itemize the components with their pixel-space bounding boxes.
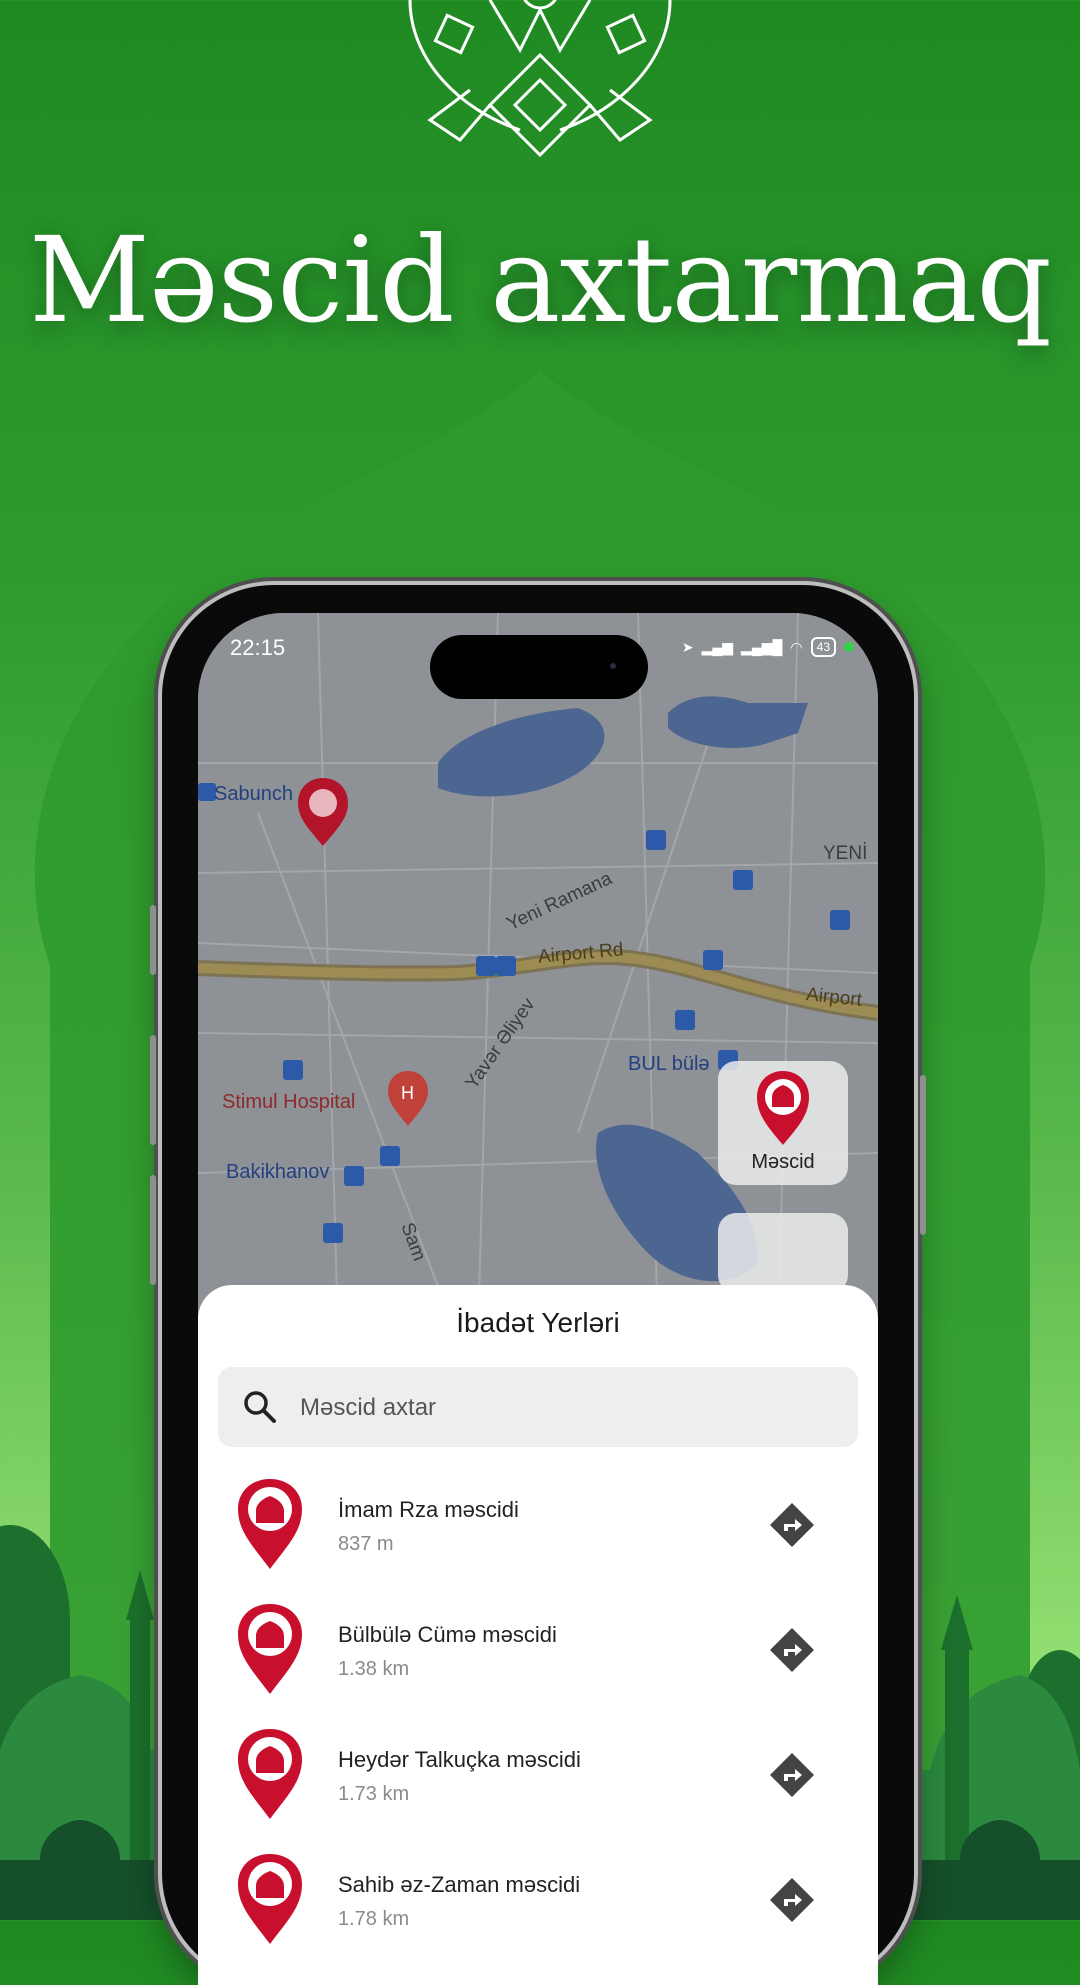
headline: Məscid axtarmaq bbox=[29, 211, 1052, 349]
bottom-sheet: İbadət Yerləri İmam Rza məscidi 837 m bbox=[198, 1285, 878, 1985]
signal-icon: ▂▄▆ bbox=[701, 638, 734, 655]
battery-icon: 43 bbox=[810, 637, 836, 657]
phone-screen: H Sabunch Yeni Ramana YENİ Airport Rd Ai… bbox=[198, 613, 878, 1985]
map-label: BUL bülə bbox=[628, 1053, 710, 1075]
map-label: Sabunch bbox=[214, 783, 293, 805]
mosque-filter-button[interactable]: Məscid bbox=[718, 1061, 848, 1185]
phone-button bbox=[920, 1075, 926, 1235]
fab-label: Məscid bbox=[751, 1151, 815, 1173]
secondary-map-button[interactable] bbox=[718, 1213, 848, 1293]
wifi-icon: ◠ bbox=[790, 638, 803, 655]
sheet-title: İbadət Yerləri bbox=[456, 1307, 620, 1338]
mosque-pin-icon bbox=[238, 1729, 302, 1819]
item-name: İmam Rza məscidi bbox=[338, 1497, 519, 1522]
item-name: Bülbülə Cümə məscidi bbox=[338, 1622, 557, 1647]
mosque-pin-icon bbox=[238, 1854, 302, 1944]
phone-button bbox=[150, 1175, 156, 1285]
privacy-indicator bbox=[844, 642, 854, 652]
item-name: Heydər Talkuçka məscidi bbox=[338, 1747, 581, 1772]
search-input[interactable] bbox=[298, 1367, 842, 1449]
list-item[interactable]: İmam Rza məscidi 837 m bbox=[198, 1475, 878, 1600]
mosque-pin-icon bbox=[238, 1604, 302, 1694]
signal-icon: ▂▄▆█ bbox=[741, 638, 783, 655]
phone-button bbox=[150, 1035, 156, 1145]
ornament-icon bbox=[408, 0, 672, 158]
item-distance: 1.73 km bbox=[338, 1783, 410, 1805]
search-bar[interactable] bbox=[218, 1367, 858, 1449]
phone-button bbox=[150, 905, 156, 975]
directions-icon[interactable] bbox=[768, 1626, 816, 1674]
directions-icon[interactable] bbox=[768, 1501, 816, 1549]
mosque-pin-icon bbox=[757, 1071, 809, 1145]
list-item[interactable]: Bülbülə Cümə məscidi 1.38 km bbox=[198, 1600, 878, 1725]
status-bar: 22:15 ➤ ▂▄▆ ▂▄▆█ ◠ 43 bbox=[198, 613, 878, 703]
directions-icon[interactable] bbox=[768, 1751, 816, 1799]
phone-frame: H Sabunch Yeni Ramana YENİ Airport Rd Ai… bbox=[150, 585, 926, 1985]
item-distance: 1.38 km bbox=[338, 1658, 410, 1680]
map-label: Stimul Hospital bbox=[222, 1091, 356, 1113]
status-time: 22:15 bbox=[230, 635, 286, 660]
map-label: YENİ bbox=[823, 843, 868, 864]
mosque-list: İmam Rza məscidi 837 m Bülbülə Cümə məsc… bbox=[198, 1475, 878, 1975]
item-name: Sahib əz-Zaman məscidi bbox=[338, 1872, 581, 1897]
location-icon: ➤ bbox=[681, 638, 694, 655]
list-item[interactable]: Heydər Talkuçka məscidi 1.73 km bbox=[198, 1725, 878, 1850]
svg-text:H: H bbox=[401, 1083, 414, 1103]
dynamic-island bbox=[430, 635, 648, 699]
item-distance: 837 m bbox=[338, 1533, 394, 1555]
map-label: Bakikhanov bbox=[226, 1161, 330, 1183]
directions-icon[interactable] bbox=[768, 1876, 816, 1924]
status-icons: ➤ ▂▄▆ ▂▄▆█ ◠ 43 bbox=[682, 637, 854, 657]
list-item[interactable]: Sahib əz-Zaman məscidi 1.78 km bbox=[198, 1850, 878, 1975]
mosque-pin-icon bbox=[238, 1479, 302, 1569]
search-icon bbox=[244, 1391, 276, 1423]
